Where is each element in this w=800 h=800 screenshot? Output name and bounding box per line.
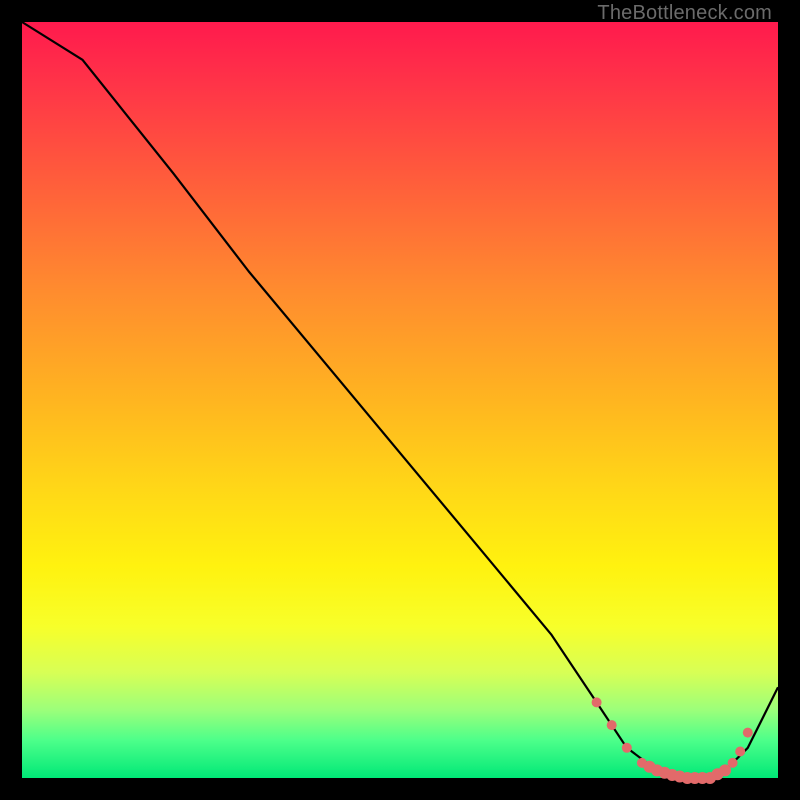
highlight-dots <box>592 697 753 784</box>
highlight-dot <box>592 697 602 707</box>
highlight-dot <box>622 743 632 753</box>
plot-area <box>22 22 778 778</box>
highlight-dot <box>735 747 745 757</box>
highlight-dot <box>728 758 738 768</box>
highlight-dot <box>743 728 753 738</box>
curve-line <box>22 22 778 778</box>
curve-svg <box>22 22 778 778</box>
chart-frame: TheBottleneck.com <box>0 0 800 800</box>
highlight-dot <box>607 720 617 730</box>
watermark-text: TheBottleneck.com <box>597 2 772 25</box>
